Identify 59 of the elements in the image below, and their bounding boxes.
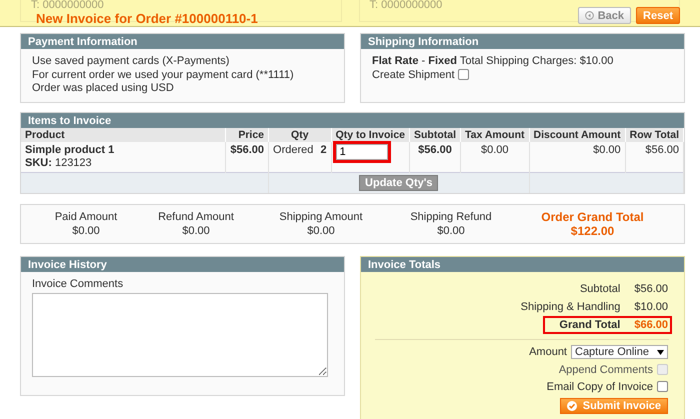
qty-label: Ordered	[273, 144, 314, 156]
comments-label: Invoice Comments	[32, 278, 124, 291]
section-header: Items to Invoice	[21, 112, 684, 128]
payment-info-text: Order was placed using USD	[32, 82, 175, 96]
comments-field[interactable]	[32, 293, 328, 377]
phone-text: T: 0000000000	[370, 0, 442, 11]
check-circle-icon	[566, 400, 577, 410]
summary-value: $122.00	[570, 224, 616, 238]
column-header: Qty	[268, 128, 332, 142]
summary-value: $0.00	[436, 224, 466, 238]
summary-value: $0.00	[181, 224, 211, 238]
column-header: Qty to Invoice	[331, 128, 410, 142]
column-header: Discount Amount	[529, 128, 626, 142]
qty-value: 2	[320, 144, 327, 156]
option-label: Append Comments	[558, 364, 653, 376]
payment-info-text: Use saved payment cards (X-Payments)	[32, 55, 230, 68]
phone-text: T: 0000000000	[31, 0, 104, 11]
table-cell: $0.00	[460, 142, 529, 172]
column-header: Product	[21, 128, 226, 142]
section-header: Invoice History	[21, 256, 344, 272]
update-qty-button[interactable]: Update Qty's	[359, 174, 438, 190]
product-name: Simple product 1	[25, 144, 116, 156]
section-header: Payment Information	[21, 34, 344, 49]
summary-label: Shipping Amount	[278, 210, 364, 224]
summary-label: Refund Amount	[157, 210, 235, 224]
summary-label: Order Grand Total	[540, 210, 645, 224]
table-cell: $0.00	[529, 142, 626, 172]
table-cell: $56.00	[410, 142, 460, 172]
column-header: Subtotal	[410, 128, 460, 142]
totals-label: Shipping & Handling	[520, 300, 620, 312]
amount-label: Amount	[529, 346, 567, 358]
amount-select[interactable]: Capture Online	[571, 344, 668, 358]
payment-info-text: For current order we used your payment card (**1111)	[32, 68, 295, 82]
totals-value: $56.00	[634, 282, 668, 294]
totals-value: $66.00	[634, 318, 668, 330]
page-title: New Invoice for Order #100000110-1	[36, 11, 258, 26]
section-header: Invoice Totals	[361, 256, 684, 272]
sku-text: SKU: 123123	[25, 156, 93, 170]
summary-value: $0.00	[71, 224, 101, 238]
table-cell: $56.00	[625, 142, 684, 172]
totals-value: $10.00	[634, 300, 668, 312]
checkbox[interactable]	[657, 381, 668, 392]
back-button[interactable]: Back	[578, 7, 632, 24]
table-cell: $56.00	[226, 142, 269, 172]
shipping-method-text: Flat Rate - Fixed Total Shipping Charges: $10.00	[372, 55, 614, 68]
create-shipment-label: Create Shipment	[372, 68, 455, 80]
option-label: Email Copy of Invoice	[546, 380, 653, 392]
summary-label: Shipping Refund	[409, 210, 493, 224]
totals-label: Subtotal	[580, 282, 620, 294]
column-header: Tax Amount	[460, 128, 529, 142]
column-header: Row Total	[625, 128, 684, 142]
summary-label: Paid Amount	[54, 210, 118, 224]
column-header: Price	[226, 128, 269, 142]
section-header: Shipping Information	[361, 34, 684, 49]
submit-invoice-button[interactable]: Submit Invoice	[560, 398, 668, 414]
totals-label: Grand Total	[559, 318, 620, 330]
reset-button[interactable]: Reset	[636, 7, 680, 24]
checkbox[interactable]	[458, 69, 469, 80]
summary-value: $0.00	[306, 224, 336, 238]
